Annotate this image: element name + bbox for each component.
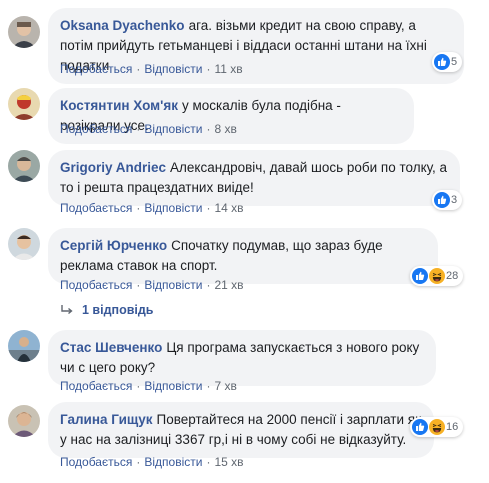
reaction-summary[interactable]: 5 <box>432 52 463 72</box>
reaction-summary[interactable]: 16 <box>410 417 464 437</box>
reply-link[interactable]: Відповісти <box>144 122 202 136</box>
reaction-count: 16 <box>446 421 459 433</box>
comment-author[interactable]: Сергій Юрченко <box>60 238 167 253</box>
comment-author[interactable]: Oksana Dyachenko <box>60 18 185 33</box>
like-link[interactable]: Подобається <box>60 278 132 292</box>
reaction-count: 5 <box>451 56 458 68</box>
comment-author[interactable]: Галина Гищук <box>60 412 153 427</box>
haha-icon <box>429 268 445 284</box>
timestamp[interactable]: 11 хв <box>214 62 242 76</box>
like-link[interactable]: Подобається <box>60 122 132 136</box>
avatar[interactable] <box>8 150 40 182</box>
timestamp[interactable]: 15 хв <box>214 455 243 469</box>
reply-link[interactable]: Відповісти <box>144 278 202 292</box>
comment-author[interactable]: Grigoriy Andriec <box>60 160 166 175</box>
reply-link[interactable]: Відповісти <box>144 455 202 469</box>
comment-actions: Подобається · Відповісти · 8 хв <box>60 122 237 136</box>
comment-actions: Подобається · Відповісти · 11 хв <box>60 62 243 76</box>
timestamp[interactable]: 14 хв <box>214 201 243 215</box>
timestamp[interactable]: 8 хв <box>214 122 236 136</box>
reaction-count: 28 <box>446 270 459 282</box>
comment-bubble: Grigoriy Andriec Александровіч, давай шос… <box>48 150 460 206</box>
avatar[interactable] <box>8 228 40 260</box>
reply-link[interactable]: Відповісти <box>144 379 202 393</box>
like-icon <box>412 268 428 284</box>
comment-actions: Подобається · Відповісти · 21 хв <box>60 278 244 292</box>
avatar[interactable] <box>8 16 40 48</box>
comment-actions: Подобається · Відповісти · 14 хв <box>60 201 244 215</box>
comment-bubble: Стас Шевченко Ця програма запускається з … <box>48 330 436 386</box>
reply-arrow-icon <box>60 303 74 317</box>
like-icon <box>412 419 428 435</box>
comment-author[interactable]: Стас Шевченко <box>60 340 162 355</box>
reaction-summary[interactable]: 28 <box>410 266 464 286</box>
timestamp[interactable]: 21 хв <box>214 278 243 292</box>
like-link[interactable]: Подобається <box>60 455 132 469</box>
comment-actions: Подобається · Відповісти · 7 хв <box>60 379 237 393</box>
comment-actions: Подобається · Відповісти · 15 хв <box>60 455 244 469</box>
avatar[interactable] <box>8 405 40 437</box>
replies-count-label: 1 відповідь <box>82 303 154 317</box>
haha-icon <box>429 419 445 435</box>
like-icon <box>434 192 450 208</box>
like-link[interactable]: Подобається <box>60 379 132 393</box>
avatar[interactable] <box>8 88 40 120</box>
avatar[interactable] <box>8 330 40 362</box>
comment-author[interactable]: Костянтин Хом'як <box>60 98 178 113</box>
comment-bubble: Сергій Юрченко Спочатку подумав, що зараз… <box>48 228 438 284</box>
reply-link[interactable]: Відповісти <box>144 62 202 76</box>
reaction-count: 3 <box>451 194 458 206</box>
view-replies-link[interactable]: 1 відповідь <box>60 303 153 317</box>
comment-bubble: Галина Гищук Повертайтеся на 2000 пенсії … <box>48 402 434 458</box>
like-icon <box>434 54 450 70</box>
like-link[interactable]: Подобається <box>60 201 132 215</box>
reply-link[interactable]: Відповісти <box>144 201 202 215</box>
reaction-summary[interactable]: 3 <box>432 190 463 210</box>
like-link[interactable]: Подобається <box>60 62 132 76</box>
timestamp[interactable]: 7 хв <box>214 379 236 393</box>
